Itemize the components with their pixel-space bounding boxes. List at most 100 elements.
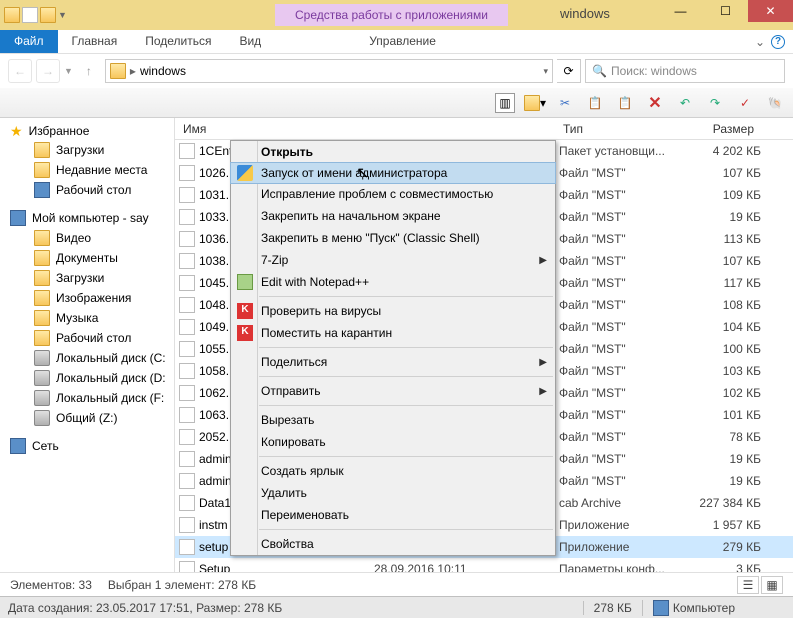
ctx-share[interactable]: Поделиться▶: [231, 351, 555, 373]
history-dropdown-icon[interactable]: ▼: [64, 66, 73, 76]
sidebar-item-documents[interactable]: Документы: [0, 248, 174, 268]
shield-icon: [237, 165, 253, 181]
sidebar-item-desktop2[interactable]: Рабочий стол: [0, 328, 174, 348]
folder-icon: [34, 162, 50, 178]
tab-share[interactable]: Поделиться: [131, 30, 225, 53]
qat-dropdown-icon[interactable]: ▼: [58, 10, 67, 20]
sidebar-item-downloads[interactable]: Загрузки: [0, 140, 174, 160]
ctx-copy[interactable]: Копировать: [231, 431, 555, 453]
sidebar-network-header[interactable]: Сеть: [0, 436, 174, 456]
file-icon: [179, 539, 195, 555]
properties-icon[interactable]: ✓: [735, 93, 755, 113]
maximize-button[interactable]: ☐: [703, 0, 748, 22]
forward-button[interactable]: →: [36, 59, 60, 83]
ctx-properties[interactable]: Свойства: [231, 533, 555, 555]
tab-manage[interactable]: Управление: [355, 30, 450, 53]
ctx-notepad[interactable]: Edit with Notepad++: [231, 271, 555, 293]
sidebar-label: Видео: [56, 231, 91, 245]
toolbar: ▥ ▾ ✂ 📋 📋 ✕ ↶ ↷ ✓ 🐚: [0, 88, 793, 118]
sidebar-label: Загрузки: [56, 143, 104, 157]
ctx-run-as-admin[interactable]: Запуск от имени администратора: [230, 162, 556, 184]
sidebar-item-downloads2[interactable]: Загрузки: [0, 268, 174, 288]
ctx-scan[interactable]: KПроверить на вирусы: [231, 300, 555, 322]
sidebar-item-disk-z[interactable]: Общий (Z:): [0, 408, 174, 428]
delete-icon[interactable]: ✕: [645, 93, 665, 113]
search-input[interactable]: 🔍 Поиск: windows: [585, 59, 785, 83]
file-size: 107 КБ: [699, 166, 761, 180]
qat-icon[interactable]: [22, 7, 38, 23]
sidebar-item-music[interactable]: Музыка: [0, 308, 174, 328]
sidebar-computer-header[interactable]: Мой компьютер - say: [0, 208, 174, 228]
context-menu: Открыть Запуск от имени администратора И…: [230, 140, 556, 556]
sidebar-item-pictures[interactable]: Изображения: [0, 288, 174, 308]
file-icon: [179, 341, 195, 357]
ctx-delete[interactable]: Удалить: [231, 482, 555, 504]
redo-icon[interactable]: ↷: [705, 93, 725, 113]
sidebar-label: Сеть: [32, 439, 59, 453]
view-details-button[interactable]: ☰: [737, 576, 759, 594]
sidebar-item-desktop[interactable]: Рабочий стол: [0, 180, 174, 200]
ctx-label: Проверить на вирусы: [261, 304, 381, 318]
back-button[interactable]: ←: [8, 59, 32, 83]
cut-icon[interactable]: ✂: [555, 93, 575, 113]
breadcrumb-dropdown-icon[interactable]: ▾: [543, 66, 548, 77]
desktop-icon: [34, 182, 50, 198]
ctx-7zip[interactable]: 7-Zip▶: [231, 249, 555, 271]
ctx-rename[interactable]: Переименовать: [231, 504, 555, 526]
ribbon-expand-icon[interactable]: ⌄: [755, 35, 765, 49]
breadcrumb[interactable]: ▸ windows ▾: [105, 59, 553, 83]
sidebar-item-videos[interactable]: Видео: [0, 228, 174, 248]
help-icon[interactable]: ?: [771, 35, 785, 49]
close-button[interactable]: ✕: [748, 0, 793, 22]
ctx-pin-menu[interactable]: Закрепить в меню "Пуск" (Classic Shell): [231, 227, 555, 249]
file-size: 109 КБ: [699, 188, 761, 202]
tab-file[interactable]: Файл: [0, 30, 58, 53]
file-row[interactable]: Setup28.09.2016 10:11Параметры конф...3 …: [175, 558, 793, 572]
sidebar-favorites-header[interactable]: ★ Избранное: [0, 122, 174, 140]
refresh-button[interactable]: ⟳: [557, 59, 581, 83]
ctx-pin-start[interactable]: Закрепить на начальном экране: [231, 205, 555, 227]
file-size: 117 КБ: [699, 276, 761, 290]
undo-icon[interactable]: ↶: [675, 93, 695, 113]
minimize-button[interactable]: —: [658, 0, 703, 22]
chevron-right-icon[interactable]: ▸: [130, 64, 136, 78]
statusbar: Элементов: 33 Выбран 1 элемент: 278 КБ ☰…: [0, 572, 793, 596]
ctx-open[interactable]: Открыть: [231, 141, 555, 163]
shell-icon[interactable]: 🐚: [765, 93, 785, 113]
ctx-cut[interactable]: Вырезать: [231, 409, 555, 431]
tab-view[interactable]: Вид: [225, 30, 275, 53]
col-size[interactable]: Размер: [695, 122, 763, 136]
sidebar-label: Общий (Z:): [56, 411, 117, 425]
folder-icon: [34, 330, 50, 346]
file-size: 113 КБ: [699, 232, 761, 246]
file-icon: [179, 517, 195, 533]
ribbon-context-tab[interactable]: Средства работы с приложениями: [275, 4, 508, 26]
sidebar-item-recent[interactable]: Недавние места: [0, 160, 174, 180]
sidebar-item-disk-d[interactable]: Локальный диск (D:: [0, 368, 174, 388]
tab-home[interactable]: Главная: [58, 30, 132, 53]
col-name[interactable]: Имя: [175, 122, 370, 136]
sidebar-item-disk-f[interactable]: Локальный диск (F:: [0, 388, 174, 408]
breadcrumb-segment[interactable]: windows: [140, 64, 186, 78]
paste-icon[interactable]: 📋: [615, 93, 635, 113]
organize-icon[interactable]: ▾: [525, 93, 545, 113]
ctx-quarantine[interactable]: KПоместить на карантин: [231, 322, 555, 344]
file-type: Файл "MST": [559, 254, 699, 268]
sidebar-item-disk-c[interactable]: Локальный диск (C:: [0, 348, 174, 368]
view-icons-button[interactable]: ▦: [761, 576, 783, 594]
file-icon: [179, 187, 195, 203]
layout-icon[interactable]: ▥: [495, 93, 515, 113]
up-button[interactable]: ↑: [77, 59, 101, 83]
copy-icon[interactable]: 📋: [585, 93, 605, 113]
qat-icon2[interactable]: [40, 7, 56, 23]
ctx-sendto[interactable]: Отправить▶: [231, 380, 555, 402]
ctx-separator: [259, 347, 553, 348]
col-type[interactable]: Тип: [555, 122, 695, 136]
folder-icon: [34, 270, 50, 286]
file-type: Файл "MST": [559, 188, 699, 202]
ctx-compat[interactable]: Исправление проблем с совместимостью: [231, 183, 555, 205]
ctx-shortcut[interactable]: Создать ярлык: [231, 460, 555, 482]
file-type: Файл "MST": [559, 166, 699, 180]
notepad-icon: [237, 274, 253, 290]
file-size: 227 384 КБ: [699, 496, 761, 510]
